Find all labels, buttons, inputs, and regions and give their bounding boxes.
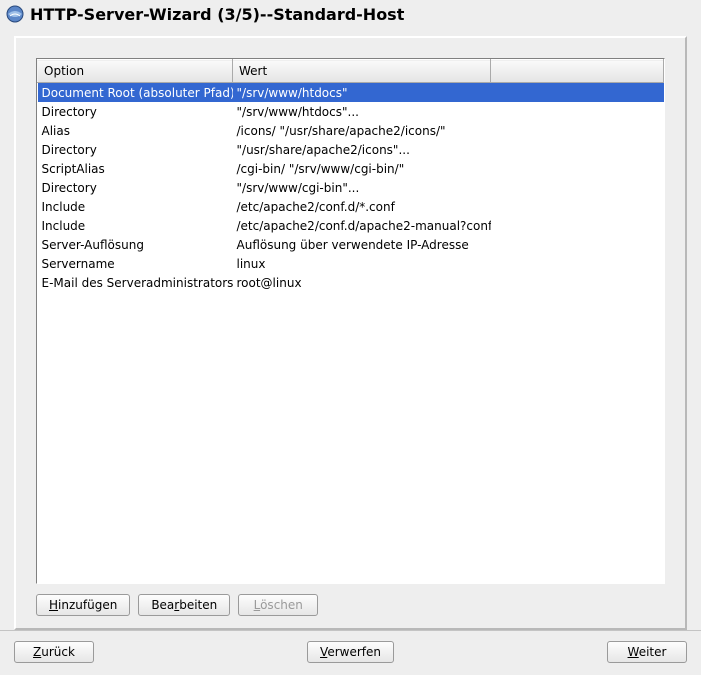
cell-empty: [491, 83, 664, 103]
options-table-wrap[interactable]: Option Wert Document Root (absoluter Pfa…: [36, 58, 665, 584]
cell-wert: /etc/apache2/conf.d/apache2-manual?conf: [233, 216, 491, 235]
cell-empty: [491, 235, 664, 254]
cell-option: Directory: [38, 178, 233, 197]
cell-empty: [491, 273, 664, 292]
inner-panel: Option Wert Document Root (absoluter Pfa…: [14, 36, 687, 630]
cell-empty: [491, 159, 664, 178]
add-button[interactable]: Hinzufügen: [36, 594, 130, 616]
action-row: Hinzufügen Bearbeiten Löschen: [36, 594, 665, 616]
back-button[interactable]: Zurück: [14, 641, 94, 663]
next-button[interactable]: Weiter: [607, 641, 687, 663]
column-header-empty[interactable]: [491, 60, 664, 83]
table-row[interactable]: Directory"/usr/share/apache2/icons"...: [38, 140, 664, 159]
delete-button[interactable]: Löschen: [238, 594, 318, 616]
cell-wert: "/srv/www/cgi-bin"...: [233, 178, 491, 197]
cell-option: Directory: [38, 140, 233, 159]
cell-wert: root@linux: [233, 273, 491, 292]
table-row[interactable]: Directory"/srv/www/htdocs"...: [38, 102, 664, 121]
table-row[interactable]: Servernamelinux: [38, 254, 664, 273]
cell-wert: linux: [233, 254, 491, 273]
cell-wert: Auflösung über verwendete IP-Adresse: [233, 235, 491, 254]
cell-wert: /icons/ "/usr/share/apache2/icons/": [233, 121, 491, 140]
cell-empty: [491, 121, 664, 140]
discard-button[interactable]: Verwerfen: [307, 641, 394, 663]
cell-option: Document Root (absoluter Pfad): [38, 83, 233, 103]
page-title: HTTP-Server-Wizard (3/5)--Standard-Host: [30, 5, 404, 24]
cell-option: Include: [38, 197, 233, 216]
cell-empty: [491, 102, 664, 121]
edit-button[interactable]: Bearbeiten: [138, 594, 230, 616]
column-header-wert[interactable]: Wert: [233, 60, 491, 83]
cell-empty: [491, 216, 664, 235]
cell-option: Server-Auflösung: [38, 235, 233, 254]
table-row[interactable]: Include/etc/apache2/conf.d/apache2-manua…: [38, 216, 664, 235]
table-row[interactable]: ScriptAlias/cgi-bin/ "/srv/www/cgi-bin/": [38, 159, 664, 178]
cell-wert: /etc/apache2/conf.d/*.conf: [233, 197, 491, 216]
cell-wert: "/usr/share/apache2/icons"...: [233, 140, 491, 159]
titlebar: HTTP-Server-Wizard (3/5)--Standard-Host: [0, 0, 701, 26]
content-area: Option Wert Document Root (absoluter Pfa…: [0, 26, 701, 630]
column-header-option[interactable]: Option: [38, 60, 233, 83]
cell-wert: /cgi-bin/ "/srv/www/cgi-bin/": [233, 159, 491, 178]
cell-option: ScriptAlias: [38, 159, 233, 178]
cell-option: Servername: [38, 254, 233, 273]
table-row[interactable]: E-Mail des Serveradministratorsroot@linu…: [38, 273, 664, 292]
cell-option: E-Mail des Serveradministrators: [38, 273, 233, 292]
cell-wert: "/srv/www/htdocs"...: [233, 102, 491, 121]
table-row[interactable]: Alias/icons/ "/usr/share/apache2/icons/": [38, 121, 664, 140]
cell-empty: [491, 197, 664, 216]
cell-option: Directory: [38, 102, 233, 121]
table-row[interactable]: Document Root (absoluter Pfad)"/srv/www/…: [38, 83, 664, 103]
options-table[interactable]: Option Wert Document Root (absoluter Pfa…: [37, 59, 664, 292]
wizard-window: HTTP-Server-Wizard (3/5)--Standard-Host …: [0, 0, 701, 675]
table-row[interactable]: Include/etc/apache2/conf.d/*.conf: [38, 197, 664, 216]
cell-option: Alias: [38, 121, 233, 140]
cell-empty: [491, 140, 664, 159]
cell-empty: [491, 254, 664, 273]
cell-option: Include: [38, 216, 233, 235]
cell-wert: "/srv/www/htdocs": [233, 83, 491, 103]
cell-empty: [491, 178, 664, 197]
table-row[interactable]: Directory"/srv/www/cgi-bin"...: [38, 178, 664, 197]
app-icon: [6, 5, 24, 23]
nav-bar: Zurück Verwerfen Weiter: [0, 630, 701, 675]
table-row[interactable]: Server-AuflösungAuflösung über verwendet…: [38, 235, 664, 254]
